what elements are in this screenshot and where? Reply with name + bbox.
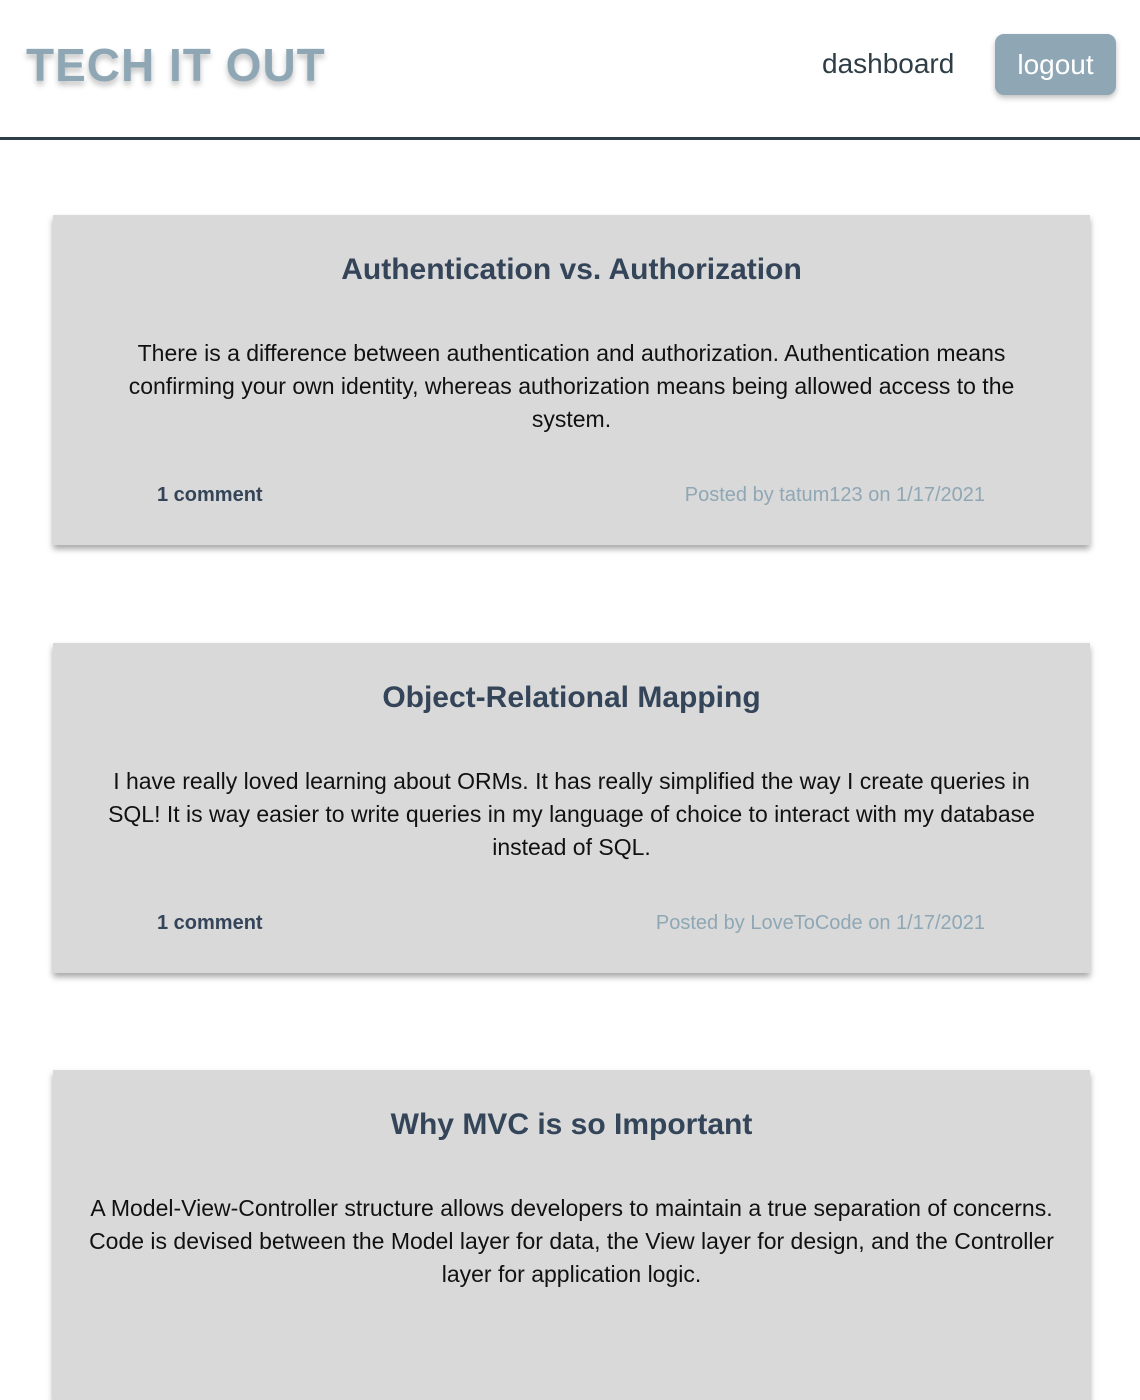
post-meta: Posted by LoveToCode on 1/17/2021 bbox=[655, 912, 985, 934]
post-comments-link[interactable]: 1 comment bbox=[157, 912, 263, 935]
nav-dashboard-link[interactable]: dashboard bbox=[822, 48, 954, 80]
post-body: A Model-View-Controller structure allows… bbox=[89, 1195, 1054, 1287]
post-meta: Posted by tatum123 on 1/17/2021 bbox=[684, 484, 985, 506]
post-title[interactable]: Authentication vs. Authorization bbox=[53, 253, 1090, 287]
post-comments-link[interactable]: 1 comment bbox=[157, 484, 263, 507]
post-card[interactable]: Authentication vs. Authorization There i… bbox=[53, 215, 1090, 545]
post-body: There is a difference between authentica… bbox=[128, 340, 1015, 432]
post-title[interactable]: Why MVC is so Important bbox=[53, 1108, 1090, 1142]
brand-logo[interactable]: TECH IT OUT bbox=[26, 38, 326, 92]
logout-button[interactable]: logout bbox=[995, 34, 1116, 95]
post-card[interactable]: Why MVC is so Important A Model-View-Con… bbox=[53, 1070, 1090, 1400]
post-card[interactable]: Object-Relational Mapping I have really … bbox=[53, 643, 1090, 973]
post-body: I have really loved learning about ORMs.… bbox=[108, 768, 1035, 860]
post-title[interactable]: Object-Relational Mapping bbox=[53, 681, 1090, 715]
site-header: TECH IT OUT dashboard logout bbox=[0, 0, 1140, 140]
